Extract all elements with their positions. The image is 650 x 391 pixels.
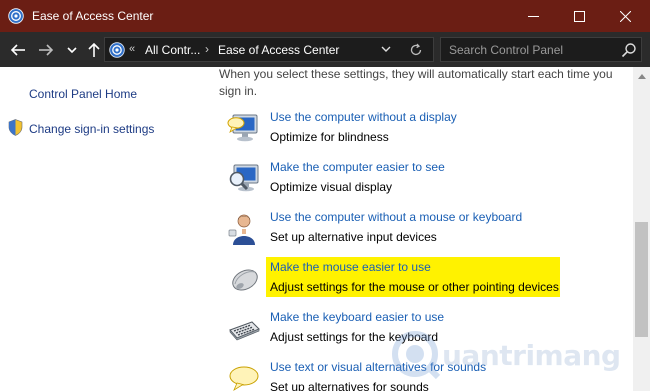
- search-icon[interactable]: [621, 42, 637, 58]
- address-bar[interactable]: « All Contr... › Ease of Access Center: [104, 37, 434, 62]
- option-link[interactable]: Make the mouse easier to use: [270, 260, 431, 274]
- breadcrumb-ease-of-access[interactable]: Ease of Access Center: [218, 43, 339, 57]
- window-title: Ease of Access Center: [32, 9, 154, 23]
- option-description: Optimize visual display: [270, 180, 393, 194]
- breadcrumb-all-control-panel[interactable]: All Contr...: [145, 43, 200, 57]
- back-button[interactable]: [8, 40, 28, 60]
- option-link[interactable]: Make the keyboard easier to use: [270, 310, 444, 324]
- intro-text: When you select these settings, they wil…: [219, 67, 613, 98]
- option-description: Adjust settings for the keyboard: [270, 330, 439, 344]
- close-icon: [619, 10, 631, 22]
- option-description: Set up alternatives for sounds: [270, 380, 429, 391]
- speech-bubble-icon: [229, 366, 259, 391]
- vertical-scrollbar[interactable]: [633, 67, 650, 391]
- maximize-button[interactable]: [556, 0, 602, 32]
- option-keyboard-easier: Make the keyboard easier to use Adjust s…: [219, 310, 619, 350]
- option-description: Set up alternative input devices: [270, 230, 437, 244]
- control-panel-home-link[interactable]: Control Panel Home: [29, 87, 137, 101]
- refresh-button[interactable]: [407, 41, 425, 59]
- person-icon: [228, 214, 255, 245]
- address-dropdown-button[interactable]: [379, 42, 393, 56]
- chevron-down-icon: [381, 46, 391, 52]
- magnifier-monitor-icon: [229, 164, 259, 192]
- display-speech-icon: [227, 114, 258, 142]
- ease-of-access-icon: [8, 8, 24, 24]
- option-link[interactable]: Make the computer easier to see: [270, 160, 445, 174]
- arrow-up-icon: [88, 42, 100, 57]
- sidebar: Control Panel Home Change sign-in settin…: [0, 67, 205, 391]
- forward-button[interactable]: [36, 40, 56, 60]
- chevron-up-icon: [637, 73, 646, 79]
- keyboard-icon: [229, 321, 260, 341]
- arrow-right-icon: [39, 44, 54, 56]
- refresh-icon: [410, 43, 422, 56]
- change-sign-in-settings-link[interactable]: Change sign-in settings: [29, 122, 154, 136]
- title-bar: Ease of Access Center: [0, 0, 650, 32]
- uac-shield-icon: [8, 119, 23, 136]
- option-no-display: Use the computer without a display Optim…: [219, 110, 619, 150]
- option-sound-alternatives: Use text or visual alternatives for soun…: [219, 360, 619, 391]
- breadcrumb-overflow[interactable]: «: [129, 43, 135, 55]
- up-button[interactable]: [84, 40, 104, 60]
- main-content: When you select these settings, they wil…: [205, 67, 633, 391]
- arrow-left-icon: [10, 44, 25, 56]
- option-description: Optimize for blindness: [270, 130, 389, 144]
- maximize-icon: [573, 10, 585, 22]
- option-mouse-easier: Make the mouse easier to use Adjust sett…: [219, 260, 619, 300]
- scroll-thumb[interactable]: [635, 222, 648, 337]
- search-box[interactable]: [440, 37, 642, 62]
- control-panel-icon: [109, 42, 125, 58]
- mouse-icon: [232, 269, 258, 291]
- chevron-down-icon: [67, 47, 77, 54]
- scroll-up-button[interactable]: [633, 67, 650, 84]
- option-link[interactable]: Use text or visual alternatives for soun…: [270, 360, 486, 374]
- option-description: Adjust settings for the mouse or other p…: [270, 280, 559, 294]
- close-button[interactable]: [602, 0, 648, 32]
- option-no-mouse-keyboard: Use the computer without a mouse or keyb…: [219, 210, 619, 250]
- option-link[interactable]: Use the computer without a display: [270, 110, 457, 124]
- search-input[interactable]: [449, 42, 609, 57]
- address-toolbar: « All Contr... › Ease of Access Center: [0, 32, 650, 67]
- recent-locations-button[interactable]: [62, 40, 82, 60]
- breadcrumb-separator[interactable]: ›: [205, 42, 209, 56]
- minimize-button[interactable]: [510, 0, 556, 32]
- option-easier-to-see: Make the computer easier to see Optimize…: [219, 160, 619, 200]
- option-link[interactable]: Use the computer without a mouse or keyb…: [270, 210, 522, 224]
- minimize-icon: [527, 15, 539, 17]
